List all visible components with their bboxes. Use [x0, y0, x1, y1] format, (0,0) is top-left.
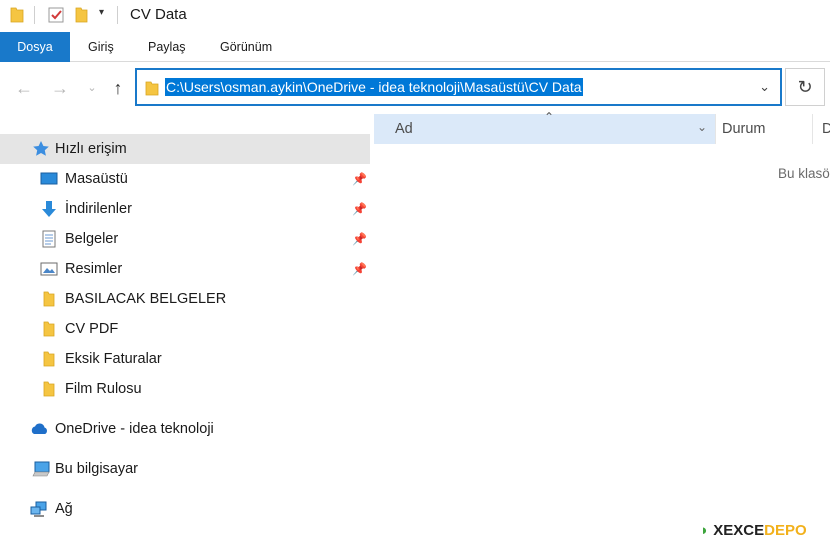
pictures-icon [40, 262, 58, 276]
recent-locations-chevron-icon[interactable]: ⌄ [82, 78, 102, 98]
nav-label: Eksik Faturalar [65, 351, 162, 367]
new-folder-icon[interactable] [72, 6, 90, 24]
pin-icon[interactable]: 📌 [352, 172, 367, 186]
tab-giris[interactable]: Giriş [74, 32, 128, 62]
refresh-button[interactable]: ↻ [785, 68, 825, 106]
nav-label: Belgeler [65, 231, 119, 247]
watermark-logo: ◗ XEXCEDEPO [700, 522, 807, 539]
tab-dosya[interactable]: Dosya [0, 32, 70, 62]
empty-folder-message: Bu klasö [778, 166, 830, 181]
folder-icon [43, 381, 55, 397]
nav-item-eksik-faturalar[interactable]: Eksik Faturalar [0, 344, 370, 374]
nav-item-basilacak-belgeler[interactable]: BASILACAK BELGELER [0, 284, 370, 314]
nav-label: CV PDF [65, 321, 119, 337]
tab-paylas[interactable]: Paylaş [134, 32, 200, 62]
title-bar: ▾ CV Data [0, 0, 830, 32]
desktop-icon [40, 172, 58, 185]
nav-label: Film Rulosu [65, 381, 142, 397]
pin-icon[interactable]: 📌 [352, 202, 367, 216]
forward-arrow-icon[interactable]: → [50, 78, 70, 98]
nav-item-cv-pdf[interactable]: CV PDF [0, 314, 370, 344]
address-path[interactable]: C:\Users\osman.aykin\OneDrive - idea tek… [165, 78, 583, 96]
column-filter-chevron-icon[interactable]: ⌄ [697, 120, 707, 134]
sort-ascending-icon: ⌃ [544, 110, 555, 124]
quick-access-separator [34, 6, 35, 24]
folder-icon [145, 81, 159, 96]
back-arrow-icon[interactable]: ← [14, 78, 34, 98]
properties-icon[interactable] [47, 6, 65, 24]
column-header-name[interactable]: ⌃ Ad ⌄ [374, 110, 715, 144]
nav-item-belgeler[interactable]: Belgeler 📌 [0, 224, 370, 254]
pin-icon[interactable]: 📌 [352, 262, 367, 276]
address-bar[interactable]: C:\Users\osman.aykin\OneDrive - idea tek… [135, 68, 782, 106]
column-header-date[interactable]: D [822, 121, 830, 137]
nav-label: Bu bilgisayar [55, 461, 139, 477]
folder-icon[interactable] [8, 6, 26, 24]
nav-label: Resimler [65, 261, 123, 277]
nav-item-this-pc[interactable]: Bu bilgisayar [0, 454, 370, 484]
title-separator [117, 6, 118, 24]
address-row: ← → ⌄ ↑ C:\Users\osman.aykin\OneDrive - … [0, 62, 830, 114]
folder-icon [43, 321, 55, 337]
cloud-icon [31, 423, 47, 434]
nav-label: OneDrive - idea teknoloji [55, 421, 214, 437]
file-list: ⌃ Ad ⌄ Durum D Bu klasö [374, 110, 830, 542]
navigation-pane: Hızlı erişim Masaüstü 📌 İndirilenler 📌 B… [0, 114, 370, 542]
nav-label: İndirilenler [65, 201, 132, 217]
column-divider[interactable] [715, 114, 716, 144]
nav-item-onedrive[interactable]: OneDrive - idea teknoloji [0, 414, 370, 444]
nav-label: Masaüstü [65, 171, 128, 187]
nav-label: Hızlı erişim [55, 141, 127, 157]
customize-qat-chevron-icon[interactable]: ▾ [99, 7, 104, 18]
address-history-chevron-icon[interactable]: ⌄ [759, 79, 770, 95]
nav-item-network[interactable]: Ağ [0, 494, 370, 524]
pin-icon[interactable]: 📌 [352, 232, 367, 246]
nav-item-masaustu[interactable]: Masaüstü 📌 [0, 164, 370, 194]
ribbon-tabs: Dosya Giriş Paylaş Görünüm [0, 32, 830, 62]
nav-label: Ağ [55, 501, 73, 517]
download-arrow-icon [42, 201, 56, 217]
nav-item-indirilenler[interactable]: İndirilenler 📌 [0, 194, 370, 224]
computer-icon [32, 461, 50, 477]
network-icon [30, 501, 47, 517]
column-divider[interactable] [812, 114, 813, 144]
tab-gorunum[interactable]: Görünüm [206, 32, 286, 62]
up-arrow-icon[interactable]: ↑ [108, 78, 128, 98]
nav-label: BASILACAK BELGELER [65, 291, 227, 307]
star-icon [33, 141, 49, 156]
column-header-status[interactable]: Durum [722, 121, 766, 137]
window-title: CV Data [130, 6, 187, 23]
folder-icon [43, 291, 55, 307]
folder-icon [43, 351, 55, 367]
nav-item-quick-access[interactable]: Hızlı erişim [0, 134, 370, 164]
nav-item-resimler[interactable]: Resimler 📌 [0, 254, 370, 284]
document-icon [42, 230, 56, 248]
column-name-label: Ad [395, 121, 413, 137]
nav-item-film-rulosu[interactable]: Film Rulosu [0, 374, 370, 404]
